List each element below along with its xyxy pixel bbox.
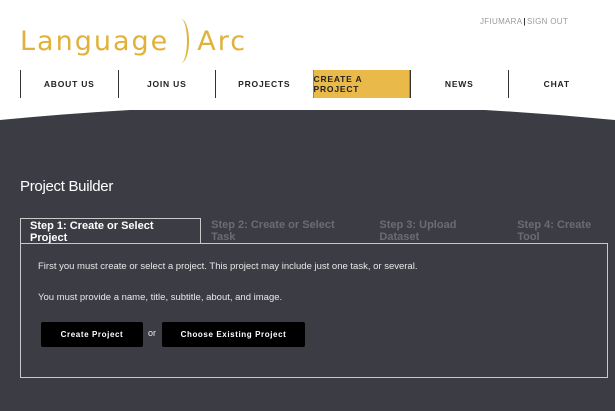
- sign-out-link[interactable]: SIGN OUT: [527, 17, 568, 26]
- logo-text-right: Arc: [197, 25, 248, 57]
- nav-about-us[interactable]: ABOUT US: [20, 70, 118, 98]
- nav-create-a-project[interactable]: CREATE A PROJECT: [312, 70, 410, 98]
- create-project-button[interactable]: Create Project: [41, 322, 143, 347]
- tab-step-2[interactable]: Step 2: Create or Select Task: [211, 218, 359, 244]
- instruction-text-1: First you must create or select a projec…: [38, 261, 418, 272]
- nav-news[interactable]: NEWS: [410, 70, 508, 98]
- instruction-text-2: You must provide a name, title, subtitle…: [38, 292, 283, 303]
- tab-step-1[interactable]: Step 1: Create or Select Project: [20, 218, 202, 244]
- step-1-panel: First you must create or select a projec…: [20, 243, 608, 378]
- user-links-divider: |: [523, 17, 526, 26]
- tab-step-4[interactable]: Step 4: Create Tool: [517, 218, 615, 244]
- nav-chat[interactable]: CHAT: [507, 70, 606, 98]
- or-label: or: [148, 328, 157, 338]
- user-links: JFIUMARA|SIGN OUT: [480, 17, 568, 26]
- site-header: Language Arc JFIUMARA|SIGN OUT ABOUT US …: [0, 0, 615, 120]
- tab-step-3[interactable]: Step 3: Upload Dataset: [379, 218, 497, 244]
- choose-existing-project-button[interactable]: Choose Existing Project: [162, 322, 305, 347]
- main-nav: ABOUT US JOIN US PROJECTS CREATE A PROJE…: [20, 70, 615, 98]
- logo-bracket-mark: [173, 19, 190, 63]
- nav-projects[interactable]: PROJECTS: [215, 70, 313, 98]
- language-arc-logo[interactable]: Language Arc: [20, 18, 247, 64]
- nav-join-us[interactable]: JOIN US: [117, 70, 216, 98]
- logo-text-left: Language: [20, 25, 170, 57]
- page-title: Project Builder: [20, 178, 114, 195]
- username-link[interactable]: JFIUMARA: [480, 17, 522, 26]
- step-tabs: Step 1: Create or Select Project Step 2:…: [20, 218, 615, 244]
